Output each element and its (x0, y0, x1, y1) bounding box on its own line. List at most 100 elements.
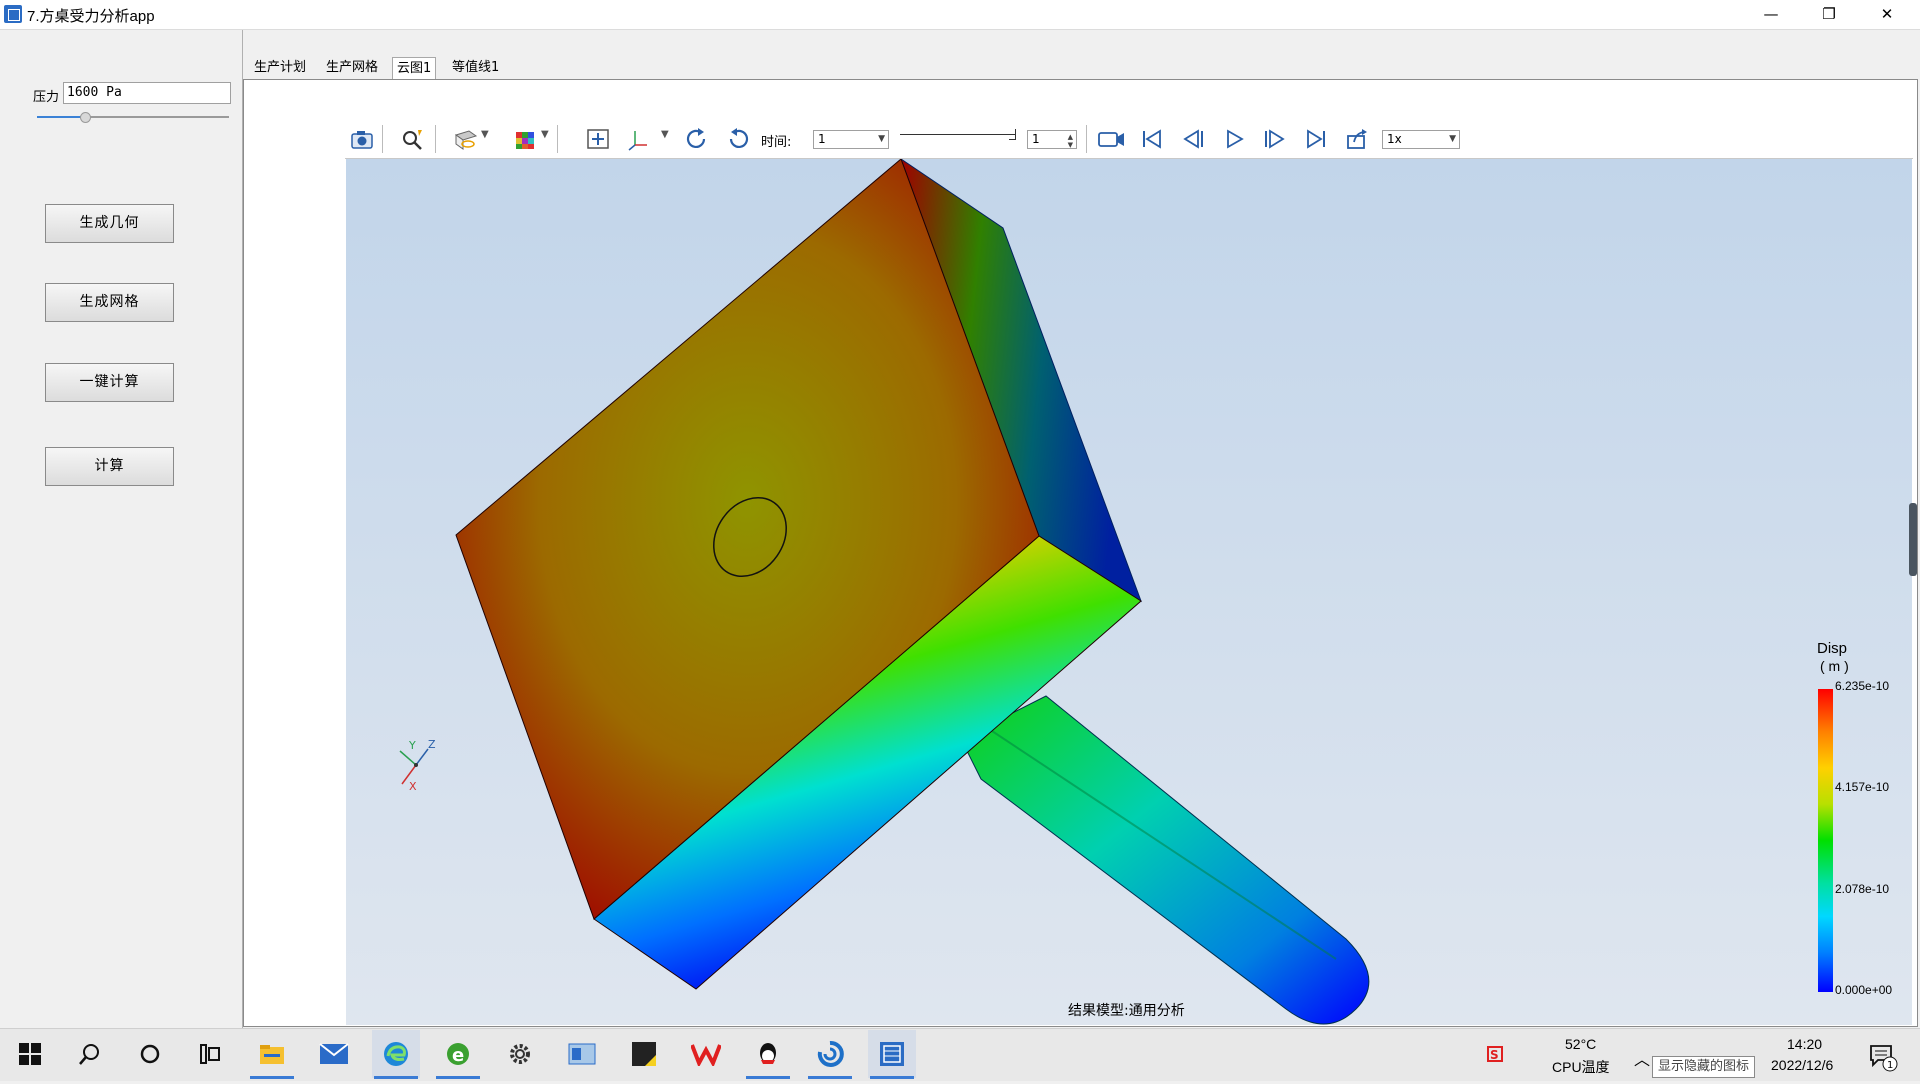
axes-icon[interactable] (627, 127, 653, 151)
window-title: 7.方桌受力分析app (27, 8, 155, 25)
hidden-icons-tooltip: 显示隐藏的图标 (1652, 1056, 1756, 1078)
close-button[interactable]: ✕ (1858, 0, 1916, 29)
time-select-value: 1 (818, 132, 826, 146)
axis-x-label: X (409, 780, 417, 793)
sticky-icon[interactable] (620, 1030, 668, 1078)
chevron-down-icon: ▼ (878, 134, 885, 144)
time-select[interactable]: 1 ▼ (813, 130, 889, 149)
legend-tick-max: 6.235e-10 (1835, 679, 1890, 693)
compute-button[interactable]: 计算 (45, 447, 174, 486)
tab-contour-plot[interactable]: 云图1 (392, 57, 437, 80)
toolbar-separator (382, 125, 383, 153)
rotate-ccw-icon[interactable] (725, 127, 751, 151)
generate-mesh-button[interactable]: 生成网格 (45, 283, 174, 322)
time-slider-handle[interactable] (1009, 129, 1016, 140)
3d-viewport[interactable]: Y Z X (346, 159, 1912, 1025)
settings-icon[interactable] (496, 1030, 544, 1078)
cortana-icon[interactable] (126, 1030, 174, 1078)
frame-spinbox[interactable]: 1 ▲ ▼ (1027, 130, 1077, 149)
axis-z-label: Z (428, 738, 436, 751)
legend-title: Disp (1817, 640, 1848, 657)
start-icon[interactable] (6, 1030, 54, 1078)
maximize-button[interactable]: ❐ (1800, 0, 1858, 29)
legend-tick-3: 2.078e-10 (1835, 882, 1890, 896)
search-icon[interactable] (66, 1030, 114, 1078)
running-indicator (870, 1076, 914, 1079)
camera-icon[interactable] (349, 127, 375, 151)
cpu-temperature-value: 52°C (1565, 1036, 1597, 1052)
tab-production-mesh[interactable]: 生产网格 (322, 57, 382, 79)
running-indicator (374, 1076, 418, 1079)
time-label: 时间: (761, 135, 792, 150)
frame-spinbox-value: 1 (1032, 132, 1040, 146)
color-cube-icon[interactable] (513, 127, 539, 151)
time-slider-track[interactable] (900, 134, 1016, 135)
chevron-up-icon[interactable]: ︿ (1634, 1046, 1650, 1070)
pressure-slider-fill (37, 116, 85, 118)
leg-edge (991, 730, 1337, 960)
viewer-toolbar: ▼ ▼ ▼ 时间: 1 ▼ 1 ▲ ▼ 1x ▼ (345, 119, 1913, 159)
one-click-compute-button[interactable]: 一键计算 (45, 363, 174, 402)
legend-tick-min: 0.000e+00 (1835, 983, 1893, 997)
color-dropdown-icon[interactable]: ▼ (541, 129, 549, 140)
export-icon[interactable] (1344, 127, 1370, 151)
panel-scroll-grip[interactable] (1909, 503, 1917, 576)
zoom-icon[interactable] (400, 127, 426, 151)
table-leg (960, 695, 1370, 1025)
cpu-temperature-label: CPU温度 (1552, 1059, 1610, 1075)
speed-select[interactable]: 1x ▼ (1382, 130, 1460, 149)
next-frame-icon[interactable] (1262, 127, 1288, 151)
edge-icon[interactable] (372, 1030, 420, 1078)
app-window-icon[interactable] (558, 1030, 606, 1078)
tab-production-plan[interactable]: 生产计划 (250, 57, 310, 79)
left-panel (0, 30, 243, 1028)
notification-icon[interactable]: 1 (1868, 1042, 1898, 1076)
legend-unit: ( m ) (1820, 658, 1849, 674)
input-method-icon[interactable]: S (1484, 1043, 1506, 1069)
task-view-icon[interactable] (186, 1030, 234, 1078)
display-mode-icon[interactable] (453, 127, 479, 151)
mail-icon[interactable] (310, 1030, 358, 1078)
generate-geometry-button[interactable]: 生成几何 (45, 204, 174, 243)
qq-icon[interactable] (744, 1030, 792, 1078)
axes-dropdown-icon[interactable]: ▼ (661, 129, 669, 140)
pressure-label: 压力 (33, 90, 60, 105)
toolbar-separator (435, 125, 436, 153)
clock-date[interactable]: 2022/12/6 (1771, 1057, 1833, 1073)
rotate-cw-icon[interactable] (684, 127, 710, 151)
running-indicator (746, 1076, 790, 1079)
last-frame-icon[interactable] (1303, 127, 1329, 151)
pressure-input[interactable]: 1600 Pa (63, 82, 231, 104)
ie-icon[interactable]: e (434, 1030, 482, 1078)
spin-arrows-icon[interactable]: ▲ ▼ (1068, 133, 1073, 149)
pressure-slider-handle[interactable] (80, 112, 91, 123)
speed-select-value: 1x (1387, 132, 1402, 146)
title-bar: 7.方桌受力分析app — ❐ ✕ (0, 0, 1920, 30)
display-mode-dropdown-icon[interactable]: ▼ (481, 129, 489, 140)
first-frame-icon[interactable] (1139, 127, 1165, 151)
file-explorer-icon[interactable] (248, 1030, 296, 1078)
record-icon[interactable] (1097, 127, 1124, 151)
table-app-icon[interactable] (868, 1030, 916, 1078)
minimize-button[interactable]: — (1742, 0, 1800, 29)
fit-view-icon[interactable] (585, 127, 611, 151)
running-indicator (436, 1076, 480, 1079)
app-icon (4, 5, 22, 23)
tab-isoline[interactable]: 等值线1 (448, 57, 503, 79)
result-model-label: 结果模型:通用分析 (1068, 1003, 1185, 1019)
wps-icon[interactable] (682, 1030, 730, 1078)
chevron-down-icon: ▼ (1449, 134, 1456, 144)
play-icon[interactable] (1221, 127, 1247, 151)
legend-color-bar (1818, 689, 1833, 992)
contour-model: Y Z X (399, 159, 1370, 1025)
swirl-app-icon[interactable] (806, 1030, 854, 1078)
running-indicator (808, 1076, 852, 1079)
svg-text:e: e (452, 1045, 464, 1066)
prev-frame-icon[interactable] (1180, 127, 1206, 151)
clock-time[interactable]: 14:20 (1787, 1036, 1822, 1052)
legend-tick-2: 4.157e-10 (1835, 780, 1890, 794)
notification-count: 1 (1887, 1060, 1893, 1071)
running-indicator (250, 1076, 294, 1079)
axis-triad-icon: Y Z X (399, 738, 436, 793)
axis-y-label: Y (408, 739, 416, 752)
